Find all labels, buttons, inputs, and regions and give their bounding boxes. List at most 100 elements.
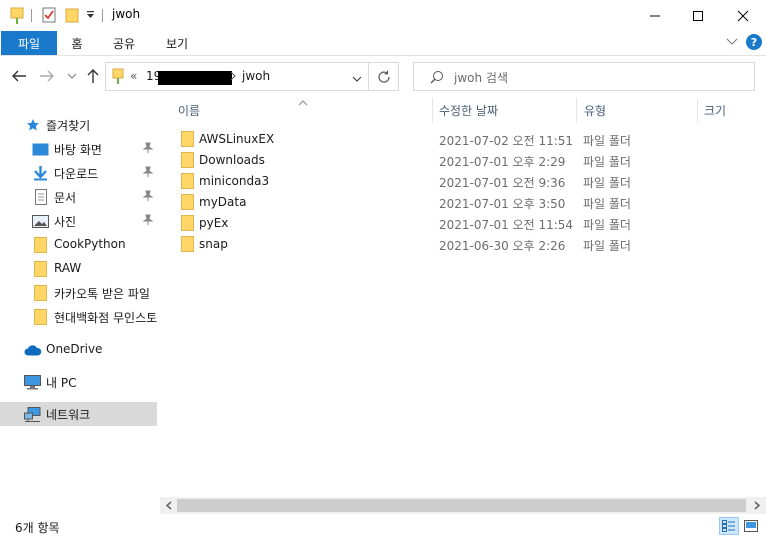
sidebar-item-documents[interactable]: 문서 [0, 185, 157, 209]
large-icons-view-button[interactable] [741, 517, 761, 535]
tab-share[interactable]: 공유 [101, 31, 147, 55]
search-input[interactable]: jwoh 검색 [413, 62, 755, 91]
search-placeholder: jwoh 검색 [454, 71, 508, 85]
sidebar-item-label: 문서 [54, 191, 77, 205]
pin-icon[interactable] [142, 142, 154, 157]
file-date: 2021-07-01 오후 3:50 [439, 197, 566, 211]
file-date: 2021-06-30 오후 2:26 [439, 239, 566, 253]
sidebar-item-pictures[interactable]: 사진 [0, 209, 157, 233]
folder-pin-icon [112, 68, 124, 88]
file-list: 이름 수정한 날짜 유형 크기 AWSLinuxEX 2021-07-02 오전… [160, 98, 766, 498]
address-bar[interactable]: « 19 jwoh [105, 62, 369, 91]
pin-icon[interactable] [142, 190, 154, 205]
tab-file[interactable]: 파일 [1, 31, 57, 55]
folder-icon [181, 236, 194, 255]
folder-icon [34, 237, 47, 256]
table-row[interactable]: Downloads 2021-07-01 오후 2:29 파일 폴더 [160, 150, 766, 171]
sidebar-item-label: 현대백화점 무인스토 [54, 311, 157, 325]
up-button[interactable] [84, 67, 102, 85]
column-divider[interactable] [697, 98, 698, 123]
sidebar-item-label: 네트워크 [46, 408, 91, 422]
new-folder-icon[interactable] [65, 7, 79, 26]
sidebar-item-label: 내 PC [46, 376, 77, 390]
table-row[interactable]: myData 2021-07-01 오후 3:50 파일 폴더 [160, 192, 766, 213]
title-bar: jwoh [0, 0, 766, 31]
item-count: 6개 항목 [15, 521, 60, 535]
tab-home[interactable]: 홈 [60, 31, 94, 55]
sort-indicator-icon [298, 95, 308, 109]
table-row[interactable]: snap 2021-06-30 오후 2:26 파일 폴더 [160, 234, 766, 255]
sidebar-item-raw[interactable]: RAW [0, 257, 157, 281]
file-name: Downloads [199, 153, 265, 167]
pc-icon [24, 375, 41, 393]
table-row[interactable]: AWSLinuxEX 2021-07-02 오전 11:51 파일 폴더 [160, 129, 766, 150]
file-date: 2021-07-01 오전 9:36 [439, 176, 566, 190]
close-button[interactable] [720, 0, 766, 31]
expand-ribbon-icon[interactable] [726, 35, 738, 49]
tab-view[interactable]: 보기 [155, 31, 199, 55]
back-button[interactable] [10, 67, 28, 85]
sidebar-item-label: RAW [54, 261, 82, 275]
folder-icon [181, 194, 194, 213]
scrollbar-thumb[interactable] [177, 499, 746, 512]
column-header-name[interactable]: 이름 [178, 102, 200, 119]
file-date: 2021-07-02 오전 11:51 [439, 134, 574, 148]
file-type: 파일 폴더 [583, 197, 631, 211]
breadcrumb-current[interactable]: jwoh [242, 69, 270, 83]
pin-icon[interactable] [142, 166, 154, 181]
sidebar-item-label: 다운로드 [54, 167, 99, 181]
column-divider[interactable] [576, 98, 577, 123]
horizontal-scrollbar[interactable] [160, 497, 766, 514]
redacted-path [158, 71, 232, 85]
column-header-date[interactable]: 수정한 날짜 [439, 102, 498, 119]
minimize-button[interactable] [632, 0, 678, 31]
refresh-button[interactable] [369, 62, 399, 91]
file-date: 2021-07-01 오전 11:54 [439, 218, 574, 232]
forward-button[interactable] [38, 67, 56, 85]
file-type: 파일 폴더 [583, 176, 631, 190]
file-name: miniconda3 [199, 174, 270, 188]
column-divider[interactable] [432, 98, 433, 123]
sidebar-item-onedrive[interactable]: OneDrive [0, 338, 157, 362]
sidebar-item-kakaotalk-files[interactable]: 카카오톡 받은 파일 [0, 281, 157, 305]
details-view-button[interactable] [719, 517, 739, 535]
sidebar-item-this-pc[interactable]: 내 PC [0, 370, 157, 394]
folder-icon [181, 152, 194, 171]
ribbon: 파일 홈 공유 보기 ? [0, 31, 766, 56]
sidebar-item-hyundai[interactable]: 현대백화점 무인스토 [0, 305, 157, 329]
sidebar-item-downloads[interactable]: 다운로드 [0, 161, 157, 185]
table-row[interactable]: miniconda3 2021-07-01 오전 9:36 파일 폴더 [160, 171, 766, 192]
sidebar-item-quick-access[interactable]: 즐겨찾기 [0, 113, 157, 137]
table-row[interactable]: pyEx 2021-07-01 오전 11:54 파일 폴더 [160, 213, 766, 234]
column-header-type[interactable]: 유형 [584, 102, 606, 119]
chevron-right-icon[interactable] [230, 70, 236, 84]
scroll-left-icon[interactable] [163, 500, 174, 511]
divider [102, 9, 103, 22]
sidebar-item-desktop[interactable]: 바탕 화면 [0, 137, 157, 161]
help-icon[interactable]: ? [746, 34, 762, 50]
overflow-breadcrumb[interactable]: « [130, 69, 137, 83]
sidebar-item-label: CookPython [54, 237, 126, 251]
folder-icon [34, 285, 47, 304]
maximize-button[interactable] [675, 0, 721, 31]
desktop-icon [32, 143, 49, 159]
sidebar-item-network[interactable]: 네트워크 [0, 402, 157, 426]
status-bar: 6개 항목 [0, 514, 766, 542]
file-type: 파일 폴더 [583, 134, 631, 148]
recent-locations-button[interactable] [63, 67, 81, 85]
sidebar-item-cookpython[interactable]: CookPython [0, 233, 157, 257]
folder-icon [34, 261, 47, 280]
pin-icon[interactable] [142, 214, 154, 229]
scroll-right-icon[interactable] [751, 500, 762, 511]
cloud-icon [24, 345, 42, 359]
sidebar-item-label: 즐겨찾기 [46, 119, 91, 133]
document-icon [35, 189, 47, 208]
column-header-size[interactable]: 크기 [704, 102, 726, 119]
customize-toolbar-icon[interactable] [86, 9, 95, 23]
properties-icon[interactable] [42, 7, 56, 26]
download-icon [33, 165, 48, 184]
chevron-down-icon[interactable] [352, 73, 362, 87]
folder-icon [181, 173, 194, 192]
file-type: 파일 폴더 [583, 155, 631, 169]
sidebar-item-label: OneDrive [46, 342, 103, 356]
